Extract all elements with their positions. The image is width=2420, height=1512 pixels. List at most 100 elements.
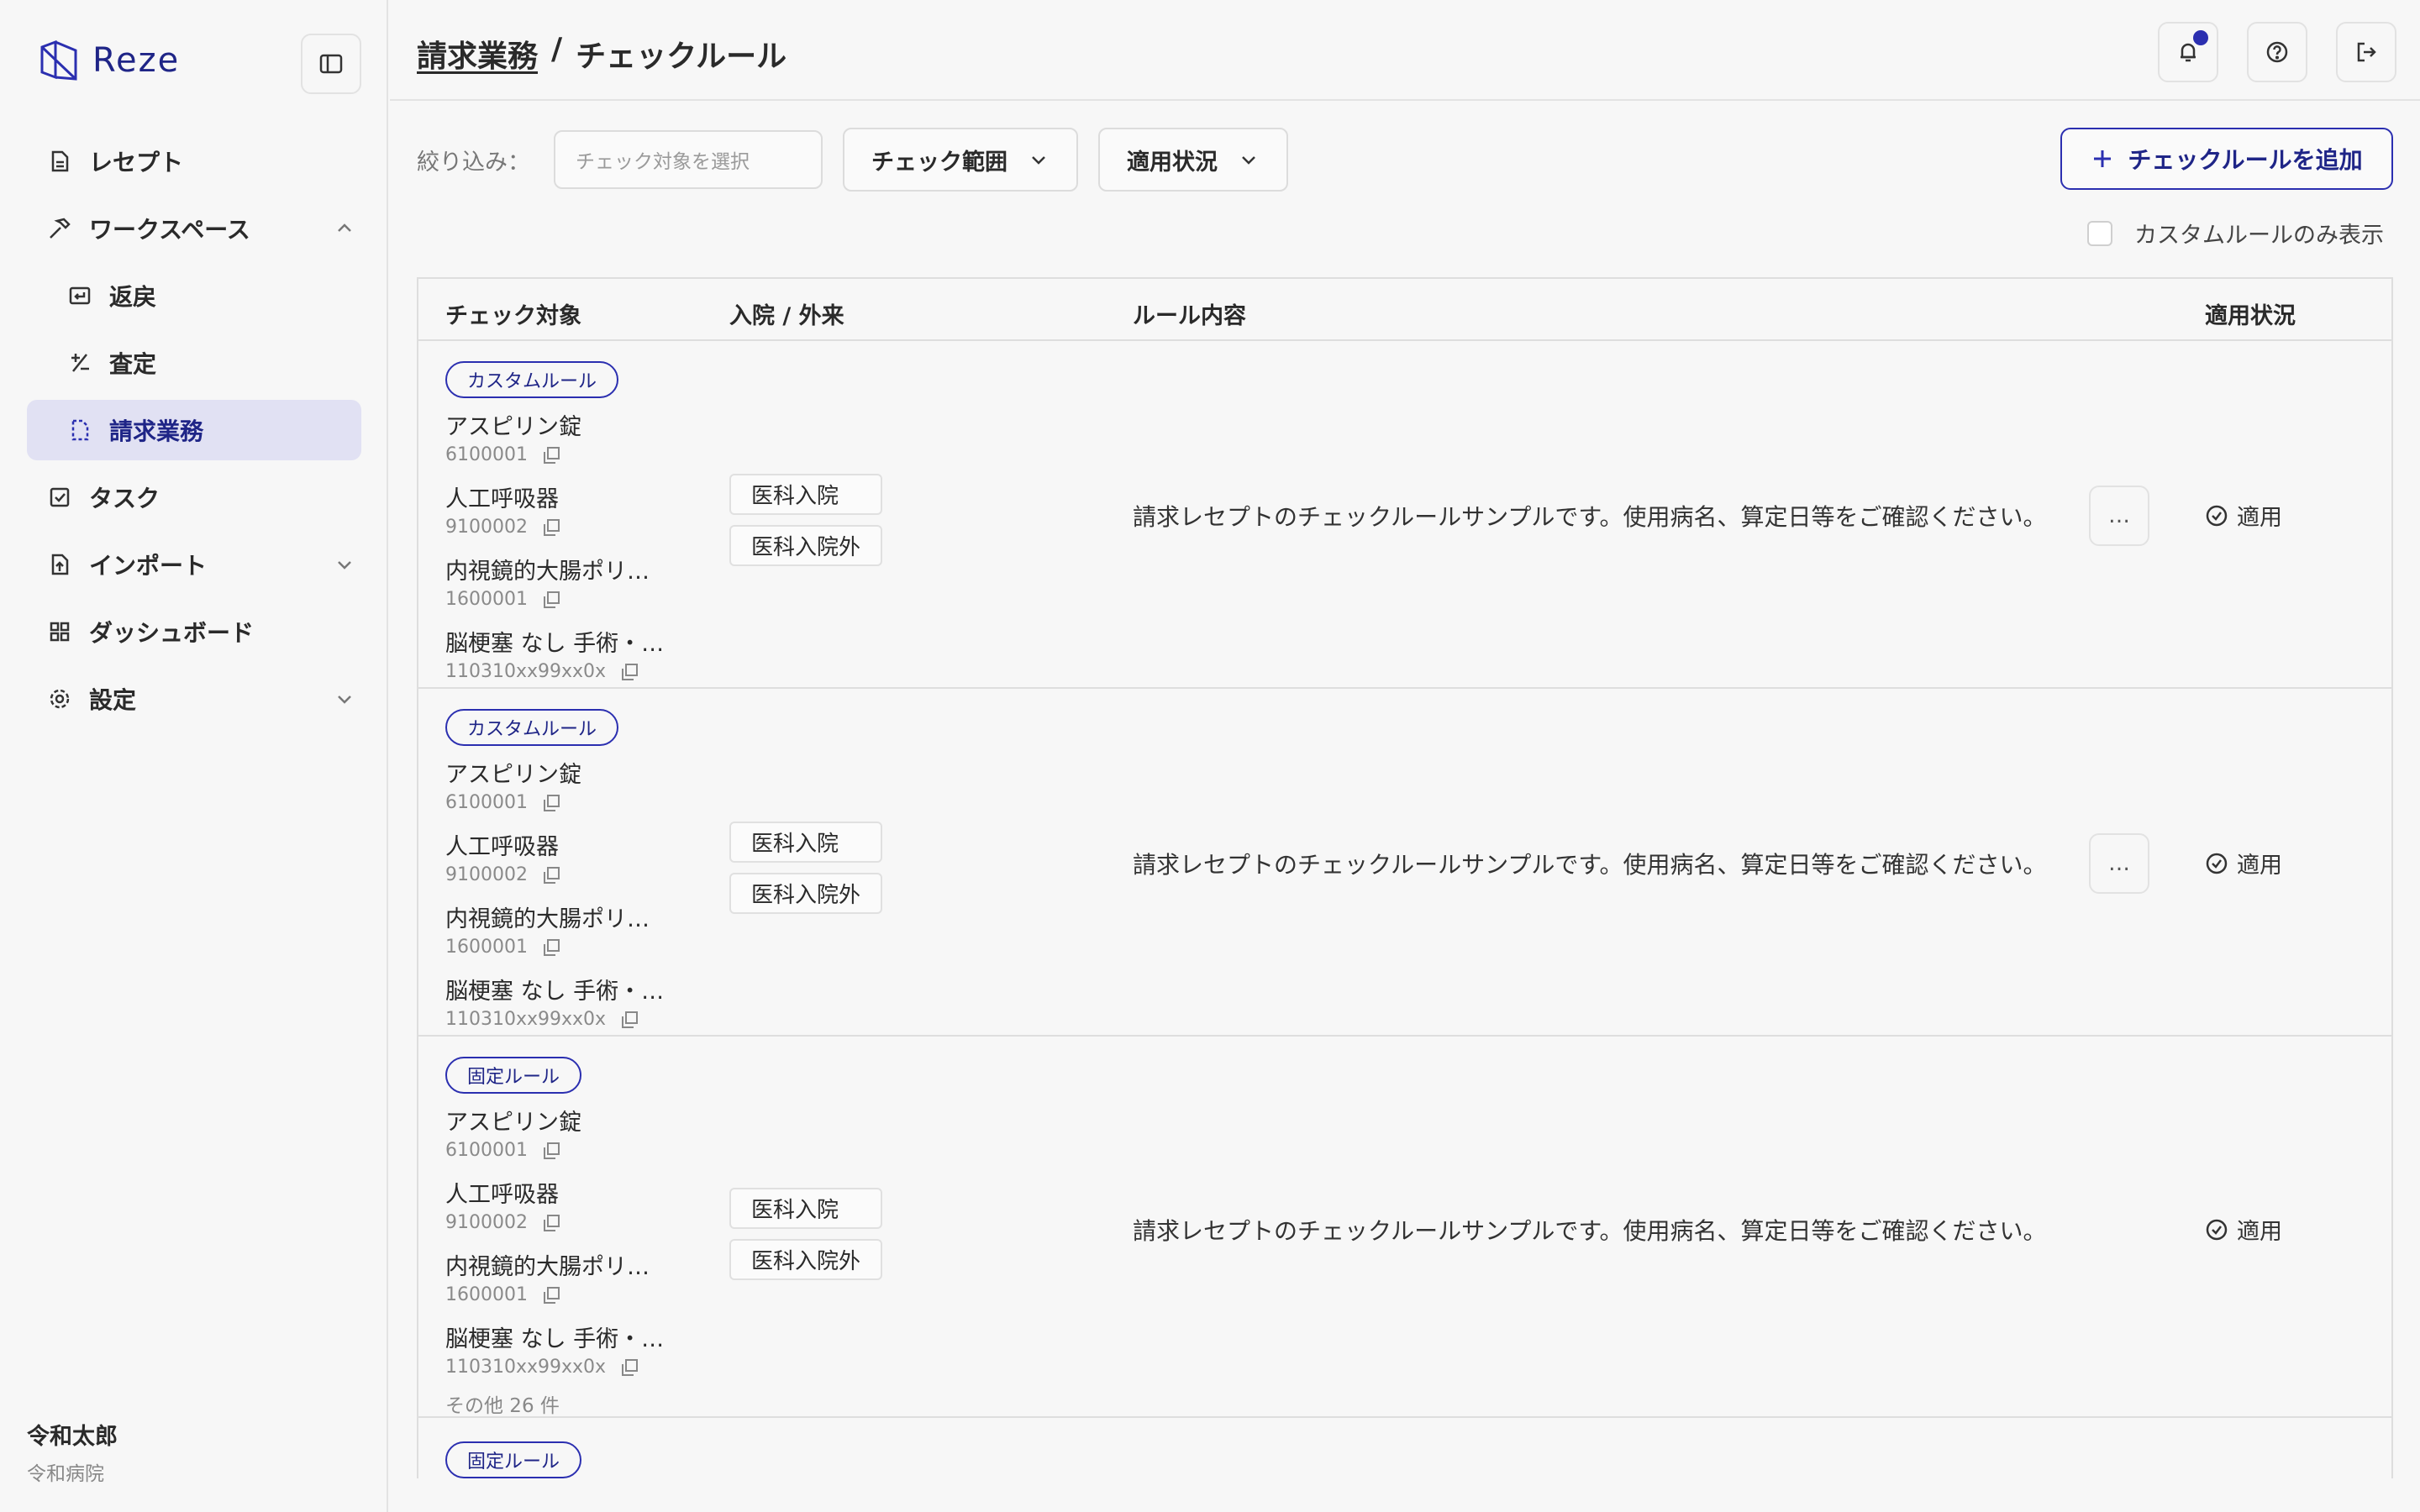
grid-icon — [47, 619, 72, 644]
row-more-button[interactable]: … — [2089, 486, 2149, 546]
target-item-code: 6100001 — [445, 1140, 697, 1161]
target-cell: カスタムルール アスピリン錠 6100001 人工呼吸器 9100002 内視鏡… — [445, 361, 697, 697]
return-icon — [67, 283, 92, 308]
target-cell: 固定ルール アスピリン錠 6100001 人工呼吸器 9100002 内視鏡的大… — [445, 1057, 697, 1418]
target-cell: カスタムルール アスピリン錠 6100001 人工呼吸器 9100002 内視鏡… — [445, 709, 697, 1045]
target-item-code: 6100001 — [445, 444, 697, 465]
target-item-code: 110310xx99xx0x — [445, 661, 697, 682]
copy-icon[interactable] — [619, 1010, 639, 1030]
more-items-link[interactable]: その他 26 件 — [445, 1389, 697, 1418]
copy-icon[interactable] — [541, 445, 561, 465]
sidebar-item-label: タスク — [89, 485, 160, 512]
custom-only-checkbox[interactable] — [2087, 220, 2112, 246]
custom-only-toggle[interactable]: カスタムルールのみ表示 — [2087, 217, 2384, 249]
breadcrumb-billing-link[interactable]: 請求業務 — [417, 32, 538, 76]
target-item-code: 1600001 — [445, 937, 697, 958]
user-name: 令和太郎 — [27, 1424, 118, 1450]
row-more-button[interactable]: … — [2089, 833, 2149, 894]
table-row[interactable]: カスタムルール アスピリン錠 6100001 人工呼吸器 9100002 内視鏡… — [418, 341, 2391, 689]
sidebar-item-label: 請求業務 — [109, 417, 204, 445]
sidebar-panel-icon — [319, 54, 343, 74]
chevron-up-icon — [338, 223, 351, 232]
sidebar-item-workspace[interactable]: ワークスペース — [27, 198, 361, 259]
copy-icon[interactable] — [541, 1213, 561, 1233]
inout-badge: 医科入院外 — [729, 1239, 883, 1280]
logo-text: Reze — [92, 41, 181, 80]
sidebar-item-dashboard[interactable]: ダッシュボード — [27, 601, 361, 662]
sidebar-item-tasks[interactable]: タスク — [27, 467, 361, 528]
copy-icon[interactable] — [541, 517, 561, 538]
copy-icon[interactable] — [541, 1285, 561, 1305]
header-target: チェック対象 — [445, 303, 581, 329]
sidebar-nav: レセプト ワークスペース 返戻 査定 請求業務 タスク インポート ダッシュボー… — [27, 131, 361, 736]
sidebar-item-billing[interactable]: 請求業務 — [27, 400, 361, 460]
target-item-code: 1600001 — [445, 589, 697, 610]
sidebar-item-label: インポート — [89, 552, 208, 580]
sidebar-item-label: レセプト — [89, 149, 184, 176]
target-item-code: 110310xx99xx0x — [445, 1357, 697, 1378]
copy-icon[interactable] — [541, 865, 561, 885]
app-root: Reze レセプト ワークスペース 返戻 査定 請求業務 タスク インポート ダ… — [0, 0, 2420, 1512]
scope-dropdown[interactable]: チェック範囲 — [843, 128, 1078, 192]
status-cell: 適用 — [2205, 847, 2282, 879]
sidebar-item-settings[interactable]: 設定 — [27, 669, 361, 729]
status-label: 適用 — [2237, 853, 2282, 879]
status-cell: 適用 — [2205, 499, 2282, 532]
chevron-down-icon — [1242, 156, 1255, 165]
sidebar-item-label: 返戻 — [109, 283, 157, 311]
target-item-code: 9100002 — [445, 864, 697, 885]
filter-bar: 絞り込み： チェック対象を選択 チェック範囲 適用状況 — [417, 128, 1288, 192]
target-item-name: 人工呼吸器 — [445, 834, 559, 860]
user-info[interactable]: 令和太郎 令和病院 — [27, 1418, 118, 1486]
table-row[interactable]: 固定ルール アスピリン錠 6100001 人工呼吸器 9100002 内視鏡的大… — [418, 1037, 2391, 1418]
rule-content: 請求レセプトのチェックルールサンプルです。使用病名、算定日等をご確認ください。 — [1133, 851, 2047, 879]
logout-icon — [2357, 42, 2376, 62]
document-icon — [47, 149, 72, 174]
rule-type-tag: 固定ルール — [445, 1057, 582, 1094]
rule-type-tag: 固定ルール — [445, 1441, 582, 1478]
inout-badge: 医科入院外 — [729, 525, 883, 566]
breadcrumb: 請求業務 / チェックルール — [417, 32, 786, 76]
sidebar-toggle-button[interactable] — [301, 34, 361, 94]
status-dropdown[interactable]: 適用状況 — [1098, 128, 1288, 192]
inout-cell: 医科入院 医科入院外 — [729, 822, 883, 914]
copy-icon[interactable] — [619, 1357, 639, 1378]
help-icon — [2266, 41, 2288, 63]
sidebar: Reze レセプト ワークスペース 返戻 査定 請求業務 タスク インポート ダ… — [0, 0, 388, 1512]
file-import-icon — [47, 552, 72, 577]
copy-icon[interactable] — [541, 1141, 561, 1161]
sidebar-item-import[interactable]: インポート — [27, 534, 361, 595]
header-status: 適用状況 — [2205, 303, 2296, 329]
copy-icon[interactable] — [541, 590, 561, 610]
notifications-button[interactable] — [2158, 22, 2218, 82]
notification-dot — [2193, 30, 2208, 45]
chevron-down-icon — [1032, 156, 1045, 165]
logo-icon — [40, 39, 77, 81]
sidebar-item-label: 査定 — [109, 350, 157, 378]
sidebar-item-assessment[interactable]: 査定 — [27, 333, 361, 393]
status-label: 適用 — [2237, 505, 2282, 531]
gear-icon — [47, 686, 72, 711]
logout-button[interactable] — [2336, 22, 2396, 82]
table-row[interactable]: カスタムルール アスピリン錠 6100001 人工呼吸器 9100002 内視鏡… — [418, 689, 2391, 1037]
table-row[interactable]: 固定ルール — [418, 1418, 2391, 1478]
add-check-rule-label: チェックルールを追加 — [2128, 146, 2363, 174]
rule-content: 請求レセプトのチェックルールサンプルです。使用病名、算定日等をご確認ください。 — [1133, 1217, 2047, 1245]
help-button[interactable] — [2247, 22, 2307, 82]
copy-icon[interactable] — [619, 662, 639, 682]
target-item-name: 内視鏡的大腸ポリ… — [445, 1254, 650, 1280]
table-header: チェック対象 入院 / 外来 ルール内容 適用状況 — [418, 279, 2391, 341]
inout-cell: 医科入院 医科入院外 — [729, 1188, 883, 1280]
target-item-name: 脳梗塞 なし 手術・… — [445, 1326, 665, 1352]
copy-icon[interactable] — [541, 793, 561, 813]
sidebar-item-returns[interactable]: 返戻 — [27, 265, 361, 326]
add-check-rule-button[interactable]: チェックルールを追加 — [2060, 128, 2393, 190]
page-header: 請求業務 / チェックルール — [390, 0, 2420, 101]
logo[interactable]: Reze — [37, 39, 180, 82]
target-item-name: アスピリン錠 — [445, 1110, 581, 1136]
custom-only-label: カスタムルールのみ表示 — [2134, 223, 2384, 249]
target-select-input[interactable]: チェック対象を選択 — [554, 130, 823, 189]
target-item-name: アスピリン錠 — [445, 414, 581, 440]
sidebar-item-receipt[interactable]: レセプト — [27, 131, 361, 192]
copy-icon[interactable] — [541, 937, 561, 958]
